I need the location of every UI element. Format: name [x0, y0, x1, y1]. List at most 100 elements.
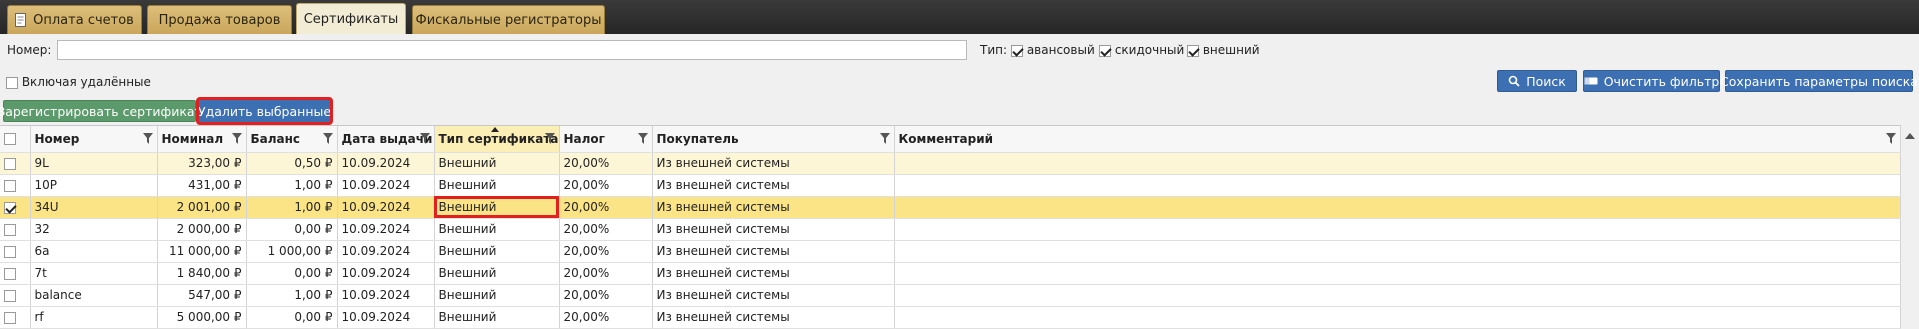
- table-row[interactable]: balance 547,00 ₽ 1,00 ₽ 10.09.2024 Внешн…: [0, 284, 1901, 307]
- tab-label: Оплата счетов: [33, 12, 134, 28]
- funnel-icon[interactable]: [142, 133, 153, 147]
- cell-comment: [894, 152, 1901, 175]
- table-row[interactable]: 7t 1 840,00 ₽ 0,00 ₽ 10.09.2024 Внешний …: [0, 262, 1901, 285]
- column-header-nominal[interactable]: Номинал: [157, 126, 247, 153]
- row-select-cell[interactable]: [0, 218, 31, 241]
- row-checkbox[interactable]: [4, 157, 16, 170]
- save-search-params-button[interactable]: Сохранить параметры поиска: [1720, 70, 1918, 92]
- table-row[interactable]: 9L 323,00 ₽ 0,50 ₽ 10.09.2024 Внешний 20…: [0, 152, 1901, 175]
- cell-balance: 1,00 ₽: [246, 284, 338, 307]
- checkbox-external[interactable]: [1187, 44, 1199, 57]
- tab-fiscal-registers[interactable]: Фискальные регистраторы: [412, 5, 605, 34]
- row-checkbox[interactable]: [4, 179, 16, 192]
- vertical-scrollbar[interactable]: [1901, 125, 1919, 329]
- cell-nominal: 547,00 ₽: [157, 284, 247, 307]
- sort-ascending-icon: [490, 127, 499, 132]
- tab-certificates[interactable]: Сертификаты: [296, 3, 406, 34]
- type-option-label: авансовый: [1026, 43, 1095, 57]
- cell-comment: [894, 240, 1901, 263]
- cell-nominal: 5 000,00 ₽: [157, 306, 247, 329]
- cell-type: Внешний: [434, 262, 560, 285]
- column-header-balance[interactable]: Баланс: [246, 126, 338, 153]
- funnel-icon[interactable]: [544, 133, 555, 147]
- cell-balance: 0,00 ₽: [246, 218, 338, 241]
- row-select-cell[interactable]: [0, 174, 31, 197]
- cell-comment: [894, 262, 1901, 285]
- cell-type-highlighted[interactable]: Внешний: [434, 196, 560, 219]
- cell-date: 10.09.2024: [337, 218, 435, 241]
- column-header-issue-date[interactable]: Дата выдачи: [337, 126, 435, 153]
- cell-type: Внешний: [434, 152, 560, 175]
- column-header-comment[interactable]: Комментарий: [894, 126, 1901, 153]
- type-option-label: скидочный: [1114, 43, 1185, 57]
- column-header-certificate-type[interactable]: Тип сертификата: [434, 126, 560, 153]
- number-label: Номер:: [7, 43, 52, 57]
- row-checkbox[interactable]: [4, 289, 16, 302]
- row-select-cell[interactable]: [0, 152, 31, 175]
- eraser-icon: [1584, 76, 1598, 86]
- cell-number: rf: [30, 306, 158, 329]
- tab-label: Продажа товаров: [158, 12, 281, 28]
- tab-bar: Оплата счетов Продажа товаров Сертификат…: [0, 0, 1919, 34]
- column-header-tax[interactable]: Налог: [559, 126, 653, 153]
- funnel-icon[interactable]: [322, 133, 333, 147]
- cell-balance: 1 000,00 ₽: [246, 240, 338, 263]
- cell-tax: 20,00%: [559, 152, 653, 175]
- cell-buyer: Из внешней системы: [652, 306, 895, 329]
- row-checkbox[interactable]: [4, 311, 16, 324]
- select-all-header[interactable]: [0, 126, 31, 153]
- scroll-up-icon[interactable]: [1905, 133, 1915, 139]
- cell-comment: [894, 196, 1901, 219]
- type-label: Тип:: [980, 43, 1008, 57]
- column-header-number[interactable]: Номер: [30, 126, 158, 153]
- tab-label: Фискальные регистраторы: [415, 12, 602, 28]
- search-button[interactable]: Поиск: [1497, 70, 1577, 92]
- clear-filter-button[interactable]: Очистить фильтр: [1583, 70, 1720, 92]
- row-select-cell[interactable]: [0, 262, 31, 285]
- cell-buyer: Из внешней системы: [652, 218, 895, 241]
- cell-tax: 20,00%: [559, 262, 653, 285]
- type-option-advance[interactable]: авансовый: [1011, 43, 1095, 57]
- row-select-cell[interactable]: [0, 240, 31, 263]
- funnel-icon[interactable]: [419, 133, 430, 147]
- cell-date: 10.09.2024: [337, 152, 435, 175]
- checkbox-include-deleted[interactable]: [6, 76, 18, 89]
- checkbox-select-all[interactable]: [4, 133, 16, 146]
- cell-nominal: 1 840,00 ₽: [157, 262, 247, 285]
- checkbox-advance[interactable]: [1011, 44, 1023, 57]
- table-row-selected[interactable]: 34U 2 001,00 ₽ 1,00 ₽ 10.09.2024 Внешний…: [0, 196, 1901, 219]
- table-row[interactable]: rf 5 000,00 ₽ 0,00 ₽ 10.09.2024 Внешний …: [0, 306, 1901, 329]
- cell-nominal: 2 001,00 ₽: [157, 196, 247, 219]
- tab-payment-invoices[interactable]: Оплата счетов: [7, 5, 142, 34]
- row-select-cell[interactable]: [0, 284, 31, 307]
- register-certificate-button[interactable]: Зарегистрировать сертификат: [0, 100, 202, 122]
- row-checkbox[interactable]: [4, 267, 16, 280]
- delete-selected-button[interactable]: Удалить выбранные: [196, 97, 333, 125]
- row-checkbox[interactable]: [4, 201, 16, 214]
- checkbox-discount[interactable]: [1099, 44, 1111, 57]
- type-option-discount[interactable]: скидочный: [1099, 43, 1184, 57]
- tab-product-sales[interactable]: Продажа товаров: [147, 5, 292, 34]
- funnel-icon[interactable]: [879, 133, 890, 147]
- row-checkbox[interactable]: [4, 245, 16, 258]
- column-header-buyer[interactable]: Покупатель: [652, 126, 895, 153]
- number-input[interactable]: [57, 40, 967, 60]
- table-row[interactable]: 6a 11 000,00 ₽ 1 000,00 ₽ 10.09.2024 Вне…: [0, 240, 1901, 263]
- cell-buyer: Из внешней системы: [652, 240, 895, 263]
- funnel-icon[interactable]: [1885, 133, 1896, 147]
- row-select-cell[interactable]: [0, 196, 31, 219]
- type-option-external[interactable]: внешний: [1187, 43, 1260, 57]
- funnel-icon[interactable]: [637, 133, 648, 147]
- cell-nominal: 431,00 ₽: [157, 174, 247, 197]
- cell-type: Внешний: [434, 306, 560, 329]
- cell-balance: 1,00 ₽: [246, 196, 338, 219]
- table-row[interactable]: 10P 431,00 ₽ 1,00 ₽ 10.09.2024 Внешний 2…: [0, 174, 1901, 197]
- cell-balance: 0,50 ₽: [246, 152, 338, 175]
- table-row[interactable]: 32 2 000,00 ₽ 0,00 ₽ 10.09.2024 Внешний …: [0, 218, 1901, 241]
- row-checkbox[interactable]: [4, 223, 16, 236]
- include-deleted-option[interactable]: Включая удалённые: [6, 75, 151, 89]
- table-body: 9L 323,00 ₽ 0,50 ₽ 10.09.2024 Внешний 20…: [0, 152, 1901, 329]
- cell-nominal: 323,00 ₽: [157, 152, 247, 175]
- row-select-cell[interactable]: [0, 306, 31, 329]
- funnel-icon[interactable]: [231, 133, 242, 147]
